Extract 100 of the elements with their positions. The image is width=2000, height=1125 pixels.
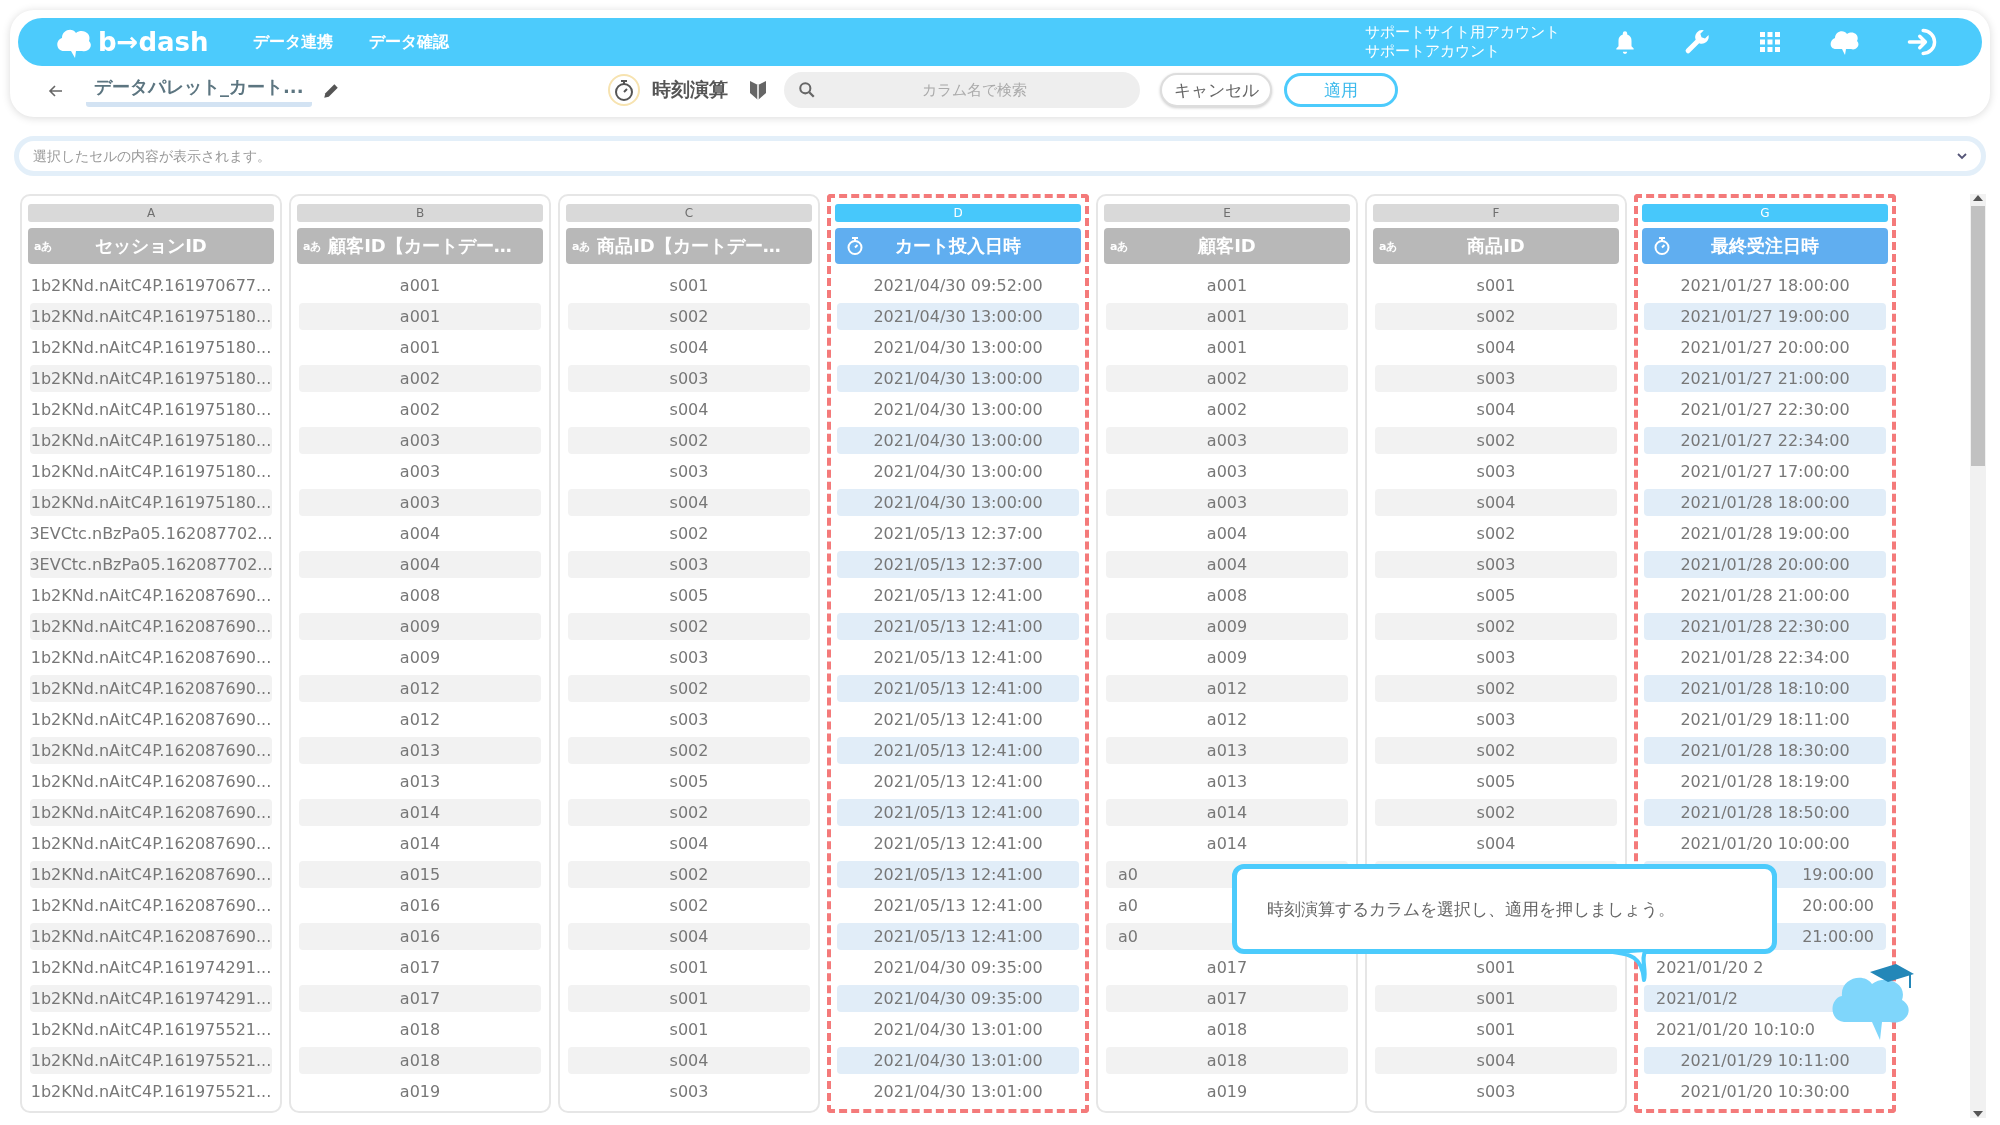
table-cell[interactable]: a003 — [1106, 489, 1348, 516]
table-cell[interactable]: s003 — [568, 551, 810, 578]
table-cell[interactable]: 3EVCtc.nBzPa05.162087702... — [30, 551, 272, 578]
table-cell[interactable]: a004 — [1106, 518, 1348, 549]
column-letter[interactable]: C — [566, 204, 812, 222]
table-cell[interactable]: s003 — [1375, 704, 1617, 735]
table-cell[interactable]: a008 — [299, 580, 541, 611]
table-cell[interactable]: 2021/01/27 21:00:00 — [1644, 365, 1886, 392]
table-cell[interactable]: a001 — [299, 332, 541, 363]
table-cell[interactable]: s001 — [1375, 1014, 1617, 1045]
table-cell[interactable]: a013 — [299, 766, 541, 797]
table-cell[interactable]: 2021/01/28 18:50:00 — [1644, 799, 1886, 826]
table-cell[interactable]: s002 — [568, 613, 810, 640]
table-cell[interactable]: a014 — [1106, 799, 1348, 826]
table-cell[interactable]: 3EVCtc.nBzPa05.162087702... — [30, 518, 272, 549]
table-cell[interactable]: s003 — [568, 456, 810, 487]
table-cell[interactable]: 1b2KNd.nAitC4P.161975521... — [30, 1014, 272, 1045]
table-cell[interactable]: a001 — [1106, 303, 1348, 330]
table-cell[interactable]: a002 — [1106, 365, 1348, 392]
table-cell[interactable]: 1b2KNd.nAitC4P.162087690... — [30, 890, 272, 921]
table-cell[interactable]: 1b2KNd.nAitC4P.161975180... — [30, 489, 272, 516]
table-cell[interactable]: s003 — [1375, 1076, 1617, 1107]
table-cell[interactable]: s002 — [1375, 675, 1617, 702]
table-cell[interactable]: 1b2KNd.nAitC4P.162087690... — [30, 580, 272, 611]
column-header[interactable]: 最終受注日時 — [1642, 228, 1888, 264]
table-cell[interactable]: 1b2KNd.nAitC4P.161975180... — [30, 394, 272, 425]
table-cell[interactable]: a012 — [1106, 704, 1348, 735]
table-cell[interactable]: 2021/04/30 13:00:00 — [837, 332, 1079, 363]
table-cell[interactable]: s003 — [568, 704, 810, 735]
table-cell[interactable]: 2021/01/27 22:30:00 — [1644, 394, 1886, 425]
table-cell[interactable]: s002 — [1375, 737, 1617, 764]
column-panel[interactable] — [827, 194, 1089, 1113]
table-cell[interactable]: s001 — [568, 270, 810, 301]
table-cell[interactable]: a017 — [1106, 952, 1348, 983]
table-cell[interactable]: s002 — [1375, 303, 1617, 330]
table-cell[interactable]: 2021/01/28 21:00:00 — [1644, 580, 1886, 611]
table-cell[interactable]: a017 — [1106, 985, 1348, 1012]
table-cell[interactable]: 1b2KNd.nAitC4P.162087690... — [30, 642, 272, 673]
table-cell[interactable]: a003 — [1106, 427, 1348, 454]
table-cell[interactable]: s002 — [1375, 518, 1617, 549]
table-cell[interactable]: a016 — [299, 923, 541, 950]
table-cell[interactable]: 2021/01/29 10:11:00 — [1644, 1047, 1886, 1074]
table-cell[interactable]: a018 — [299, 1047, 541, 1074]
table-cell[interactable]: s003 — [568, 642, 810, 673]
table-cell[interactable]: 2021/01/20 10:30:00 — [1644, 1076, 1886, 1107]
table-cell[interactable]: s004 — [1375, 394, 1617, 425]
table-cell[interactable]: 2021/05/13 12:41:00 — [837, 737, 1079, 764]
table-cell[interactable]: 20:00:00 — [1802, 896, 1874, 915]
table-cell[interactable]: 1b2KNd.nAitC4P.161975180... — [30, 365, 272, 392]
table-cell[interactable]: 1b2KNd.nAitC4P.162087690... — [30, 923, 272, 950]
table-cell[interactable]: s002 — [568, 737, 810, 764]
table-cell[interactable]: a018 — [1106, 1047, 1348, 1074]
table-cell[interactable]: 2021/01/28 22:34:00 — [1644, 642, 1886, 673]
column-panel[interactable]: C aあ 商品ID【カートデー… s001 s002 s004 s003 s004 s002 s003 s004 s002 s003 s005 s002 s003 s002 s003 s002 s005 s002 s004 s002 s002 s004 s001 s001 s001 s004 s003 — [558, 194, 820, 1113]
table-cell[interactable]: 2021/01/28 18:00:00 — [1644, 489, 1886, 516]
table-cell[interactable]: s002 — [1375, 427, 1617, 454]
table-cell[interactable]: 2021/05/13 12:41:00 — [837, 923, 1079, 950]
table-cell[interactable]: 2021/05/13 12:41:00 — [837, 675, 1079, 702]
table-cell[interactable]: 2021/04/30 13:01:00 — [837, 1047, 1079, 1074]
table-cell[interactable]: a017 — [299, 985, 541, 1012]
table-cell[interactable]: a013 — [1106, 737, 1348, 764]
table-cell[interactable]: 2021/04/30 13:00:00 — [837, 303, 1079, 330]
table-cell[interactable]: a008 — [1106, 580, 1348, 611]
table-cell[interactable]: 2021/04/30 09:35:00 — [837, 952, 1079, 983]
table-cell[interactable]: s004 — [568, 489, 810, 516]
column-letter[interactable]: E — [1104, 204, 1350, 222]
table-cell[interactable]: 1b2KNd.nAitC4P.162087690... — [30, 766, 272, 797]
table-cell[interactable]: a003 — [299, 489, 541, 516]
table-cell[interactable]: s002 — [568, 518, 810, 549]
table-cell[interactable]: 1b2KNd.nAitC4P.161975180... — [30, 456, 272, 487]
cell-content-field[interactable]: 選択したセルの内容が表示されます。 — [14, 136, 1986, 176]
table-cell[interactable]: 2021/05/13 12:41:00 — [837, 890, 1079, 921]
table-cell[interactable]: 1b2KNd.nAitC4P.161974291... — [30, 985, 272, 1012]
table-cell[interactable]: 2021/01/27 22:34:00 — [1644, 427, 1886, 454]
table-cell[interactable]: 2021/01/28 20:00:00 — [1644, 551, 1886, 578]
table-cell[interactable]: s004 — [1375, 828, 1617, 859]
table-cell[interactable]: a001 — [299, 303, 541, 330]
table-cell[interactable]: s004 — [568, 923, 810, 950]
table-cell[interactable]: 1b2KNd.nAitC4P.161975521... — [30, 1076, 272, 1107]
table-cell[interactable]: a014 — [299, 799, 541, 826]
table-cell[interactable]: 2021/01/29 18:11:00 — [1644, 704, 1886, 735]
table-cell[interactable]: a014 — [1106, 828, 1348, 859]
column-letter[interactable]: B — [297, 204, 543, 222]
table-cell[interactable]: s002 — [568, 799, 810, 826]
table-cell[interactable]: 2021/05/13 12:41:00 — [837, 613, 1079, 640]
table-cell[interactable]: 2021/05/13 12:37:00 — [837, 551, 1079, 578]
palette-title[interactable]: データパレット_カート... — [86, 75, 312, 107]
scroll-down-icon[interactable] — [1973, 1110, 1983, 1118]
table-cell[interactable]: 1b2KNd.nAitC4P.161975180... — [30, 303, 272, 330]
cancel-button[interactable]: キャンセル — [1160, 73, 1272, 107]
table-cell[interactable]: 2021/04/30 13:01:00 — [837, 1014, 1079, 1045]
table-cell[interactable]: 2021/04/30 09:35:00 — [837, 985, 1079, 1012]
table-cell[interactable]: 1b2KNd.nAitC4P.162087690... — [30, 704, 272, 735]
table-cell[interactable]: 2021/04/30 09:52:00 — [837, 270, 1079, 301]
column-header[interactable]: カート投入日時 — [835, 228, 1081, 264]
table-cell[interactable]: a019 — [1106, 1076, 1348, 1107]
table-cell[interactable]: a018 — [1106, 1014, 1348, 1045]
table-cell[interactable]: 2021/01/27 17:00:00 — [1644, 456, 1886, 487]
table-cell[interactable]: 2021/01/27 19:00:00 — [1644, 303, 1886, 330]
table-cell[interactable]: a001 — [1106, 332, 1348, 363]
